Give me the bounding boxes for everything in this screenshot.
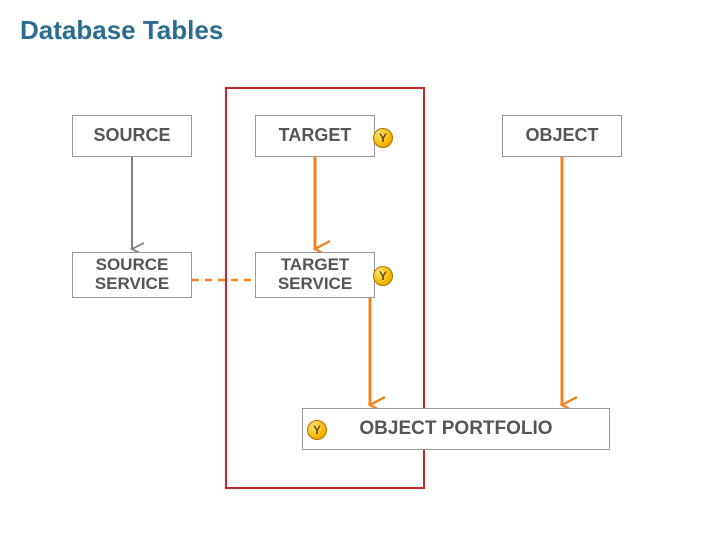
box-source-service: SOURCE SERVICE (72, 252, 192, 298)
box-target-label: TARGET (279, 126, 352, 146)
box-object: OBJECT (502, 115, 622, 157)
badge-target-service: Y (373, 266, 393, 286)
box-object-portfolio-label: OBJECT PORTFOLIO (359, 419, 552, 440)
box-source-service-label: SOURCE SERVICE (77, 256, 187, 293)
badge-glyph: Y (379, 131, 387, 145)
box-source: SOURCE (72, 115, 192, 157)
box-target-service: TARGET SERVICE (255, 252, 375, 298)
badge-glyph: Y (379, 269, 387, 283)
box-target-service-label: TARGET SERVICE (260, 256, 370, 293)
box-source-label: SOURCE (93, 126, 170, 146)
badge-object-portfolio: Y (307, 420, 327, 440)
badge-target: Y (373, 128, 393, 148)
box-object-portfolio: OBJECT PORTFOLIO (302, 408, 610, 450)
box-object-label: OBJECT (525, 126, 598, 146)
diagram-canvas: SOURCE TARGET Y OBJECT SOURCE SERVICE TA… (0, 0, 720, 540)
badge-glyph: Y (313, 423, 321, 437)
box-target: TARGET (255, 115, 375, 157)
